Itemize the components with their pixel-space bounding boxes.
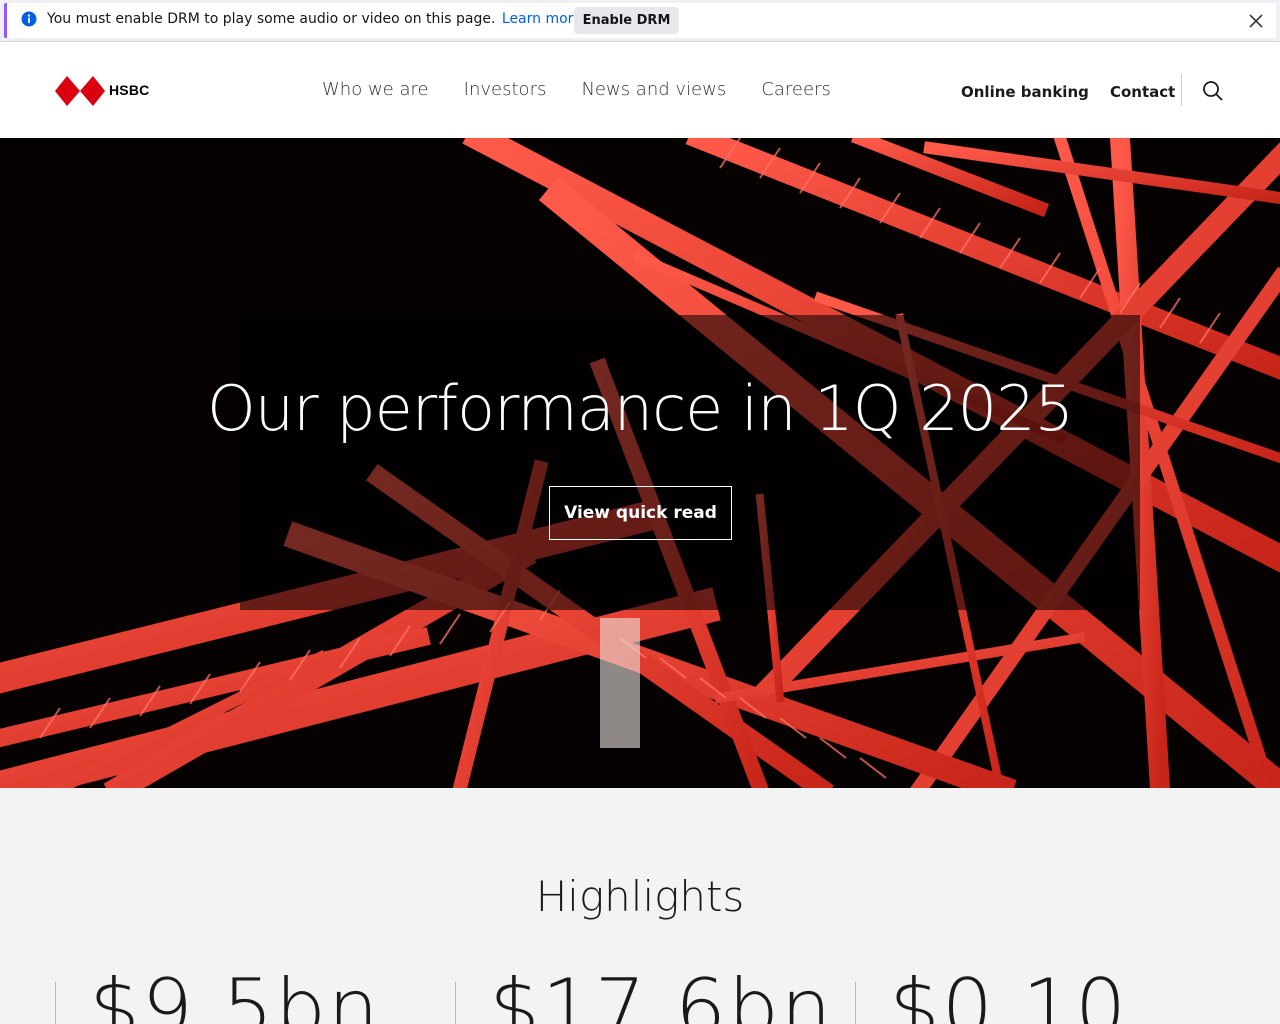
contact-link[interactable]: Contact: [1110, 83, 1175, 101]
nav-who-we-are[interactable]: Who we are: [322, 79, 429, 100]
stat-divider: [455, 982, 456, 1024]
drm-notification-bar: You must enable DRM to play some audio o…: [0, 0, 1280, 42]
highlights-title: Highlights: [535, 872, 745, 921]
stat-value: $9.5bn: [89, 962, 381, 1024]
site-header: HSBC Who we are Investors News and views…: [0, 43, 1280, 138]
nav-careers[interactable]: Careers: [761, 79, 831, 100]
stat-value: $0.10: [889, 962, 1129, 1024]
logo-text: HSBC: [109, 82, 150, 98]
hero-title: Our performance in 1Q 2025: [206, 372, 1074, 445]
nav-investors[interactable]: Investors: [464, 79, 547, 100]
hsbc-hexagon-icon: [55, 76, 105, 106]
hero-text-overlay: [240, 315, 1140, 610]
learn-more-link[interactable]: Learn more: [502, 11, 582, 27]
stat-value: $17.6bn: [489, 962, 834, 1024]
search-icon[interactable]: [1201, 79, 1225, 103]
main-nav: Who we are Investors News and views Care…: [322, 79, 861, 103]
hero-banner: Our performance in 1Q 2025 View quick re…: [0, 138, 1280, 788]
online-banking-link[interactable]: Online banking: [961, 83, 1089, 101]
close-icon[interactable]: [1244, 9, 1268, 33]
drm-notification: You must enable DRM to play some audio o…: [4, 3, 1276, 38]
hsbc-logo[interactable]: HSBC: [55, 76, 165, 106]
stat-divider: [855, 982, 856, 1024]
drm-message: You must enable DRM to play some audio o…: [47, 11, 582, 27]
info-icon: [21, 11, 37, 27]
utility-nav: Online banking Contact: [961, 82, 1191, 101]
enable-drm-button[interactable]: Enable DRM: [574, 7, 679, 34]
view-quick-read-button[interactable]: View quick read: [549, 486, 732, 540]
highlights-section: Highlights $9.5bn $17.6bn $0.10: [0, 788, 1280, 1024]
stat-divider: [55, 982, 56, 1024]
header-divider: [1181, 74, 1182, 106]
nav-news-and-views[interactable]: News and views: [581, 79, 726, 100]
drm-message-text: You must enable DRM to play some audio o…: [47, 11, 496, 27]
